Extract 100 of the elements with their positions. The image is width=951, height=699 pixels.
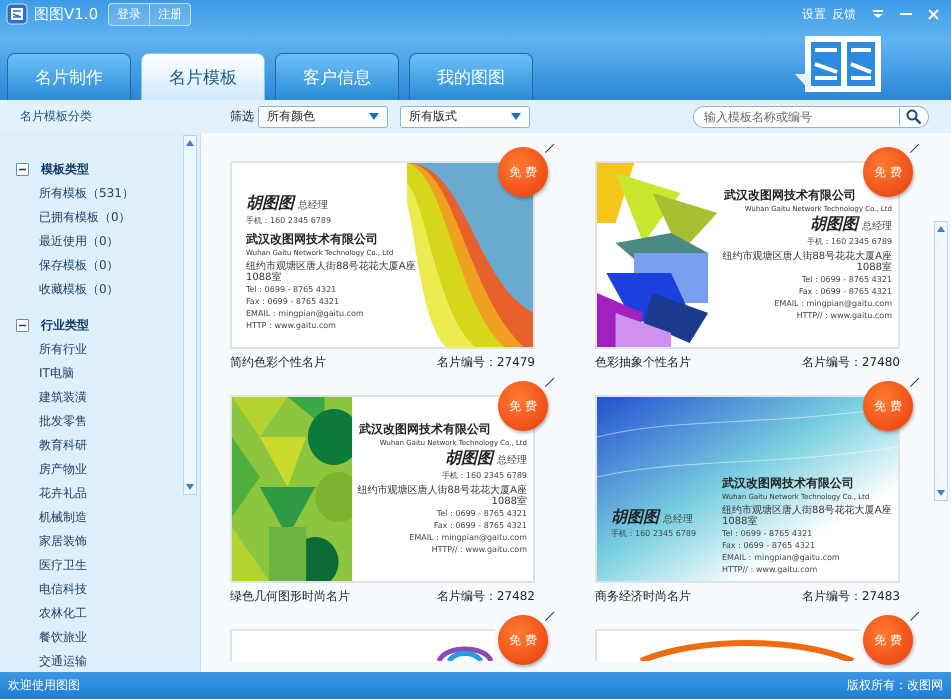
tag-string-icon (543, 143, 555, 155)
card-phone-text: 手机：160 2345 6789 (442, 470, 527, 481)
dropdown-arrow-icon (369, 113, 379, 120)
scroll-down-icon[interactable] (186, 484, 194, 490)
card-name-text: 胡图图 (445, 448, 493, 469)
card-name-text: 胡图图 (810, 214, 858, 235)
search-field[interactable]: 输入模板名称或编号 (693, 106, 929, 128)
card-fax-text: Fax：0699 - 8765 4321 (722, 540, 816, 551)
card-email-text: EMAIL：mingpian@gaitu.com (246, 308, 365, 319)
card-title-text: 总经理 (862, 220, 892, 233)
card-title-text: 总经理 (663, 512, 693, 526)
card-company-text: 武汉改图网技术有限公司 (724, 187, 856, 204)
category-item[interactable]: 电信科技 (17, 577, 183, 601)
card-phone-text: 手机：160 2345 6789 (806, 236, 892, 247)
card-tel-text: Tel：0699 - 8765 4321 (436, 508, 527, 519)
section-title: 名片模板分类 (20, 108, 93, 125)
close-icon[interactable] (928, 8, 939, 20)
card-name-text: 胡图图 (611, 507, 659, 528)
brand-logo-icon (795, 34, 883, 94)
business-card-preview[interactable] (230, 629, 495, 661)
filter-label: 筛选 (230, 108, 254, 125)
filter-dropdown[interactable]: 所有颜色 (258, 106, 388, 128)
app-logo-icon (6, 3, 28, 25)
category-item[interactable]: 机械制造 (17, 505, 183, 529)
category-item[interactable]: 教育科研 (17, 433, 183, 457)
template-code: 名片编号：27483 (802, 588, 900, 605)
app-title: 图图V1.0 (34, 4, 98, 24)
tag-string-icon (908, 377, 920, 389)
scroll-up-icon[interactable] (186, 140, 194, 146)
minimize-icon[interactable] (900, 12, 912, 16)
scrollbar[interactable] (183, 135, 197, 495)
category-item[interactable]: 建筑装潢 (17, 385, 183, 409)
menu-icon[interactable] (872, 9, 884, 19)
card-website-text: HTTP：www.gaitu.com (246, 320, 337, 331)
category-item[interactable]: 农林化工 (17, 601, 183, 625)
category-item[interactable]: 已拥有模板（0） (17, 205, 183, 229)
card-address-text: 纽约市观塘区唐人街88号花花大厦A座1088室 (722, 505, 892, 527)
template-name: 绿色几何图形时尚名片 (230, 588, 350, 605)
card-tel-text: Tel：0699 - 8765 4321 (722, 528, 814, 539)
copyright-text: 版权所有：改图网 (847, 677, 943, 694)
category-item[interactable]: 交通运输 (17, 649, 183, 673)
free-badge: 免 费 (498, 615, 548, 665)
free-badge: 免 费 (863, 615, 913, 665)
card-email-text: EMAIL：mingpian@gaitu.com (722, 552, 841, 563)
business-card-preview[interactable] (595, 629, 860, 661)
free-badge: 免 费 (498, 381, 548, 431)
card-address-text: 纽约市观塘区唐人街88号花花大厦A座1088室 (356, 485, 527, 507)
card-title-text: 总经理 (497, 454, 527, 467)
category-item[interactable]: 收藏模板（0） (17, 277, 183, 301)
card-website-text: HTTP//：www.gaitu.com (796, 310, 892, 321)
template-name: 商务经济时尚名片 (595, 588, 691, 605)
category-heading[interactable]: 模板类型 (41, 160, 89, 178)
template-code: 名片编号：27482 (436, 588, 535, 605)
card-email-text: EMAIL：mingpian@gaitu.com (409, 532, 527, 543)
card-website-text: HTTP//：www.gaitu.com (432, 544, 527, 555)
category-item[interactable]: 餐饮旅业 (17, 625, 183, 649)
card-email-text: EMAIL：mingpian@gaitu.com (774, 298, 892, 309)
card-tel-text: Tel：0699 - 8765 4321 (246, 284, 338, 295)
card-fax-text: Fax：0699 - 8765 4321 (246, 296, 340, 307)
tag-string-icon (543, 377, 555, 389)
category-item[interactable]: 保存模板（0） (17, 253, 183, 277)
free-badge: 免 费 (863, 381, 913, 431)
category-item[interactable]: 最近使用（0） (17, 229, 183, 253)
card-tel-text: Tel：0699 - 8765 4321 (802, 274, 892, 285)
card-name-text: 胡图图 (246, 193, 294, 214)
category-item[interactable]: 所有模板（531） (17, 181, 183, 205)
template-name: 色彩抽象个性名片 (595, 354, 691, 371)
filter-dropdown[interactable]: 所有版式 (400, 106, 530, 128)
tab[interactable]: 名片模板 (141, 53, 265, 100)
scroll-down-icon[interactable] (937, 490, 945, 496)
card-title-text: 总经理 (298, 198, 328, 212)
tag-string-icon (908, 611, 920, 623)
category-item[interactable]: 家居装饰 (17, 529, 183, 553)
tag-string-icon (908, 143, 920, 155)
card-website-text: HTTP//：www.gaitu.com (722, 564, 818, 575)
collapse-toggle-icon[interactable] (16, 318, 29, 332)
scroll-up-icon[interactable] (937, 226, 945, 232)
category-item[interactable]: 房产物业 (17, 457, 183, 481)
status-welcome-text: 欢迎使用图图 (8, 677, 80, 694)
category-item[interactable]: IT电脑 (17, 361, 183, 385)
category-item[interactable]: 花卉礼品 (17, 481, 183, 505)
card-phone-text: 手机：160 2345 6789 (611, 528, 696, 539)
card-company-text: 武汉改图网技术有限公司 (722, 475, 855, 492)
template-code: 名片编号：27480 (802, 354, 900, 371)
card-address-text: 纽约市观塘区唐人街88号花花大厦A座1088室 (721, 251, 892, 273)
dropdown-arrow-icon (511, 113, 521, 120)
tag-string-icon (543, 611, 555, 623)
category-item[interactable]: 医疗卫生 (17, 553, 183, 577)
category-item[interactable]: 批发零售 (17, 409, 183, 433)
free-badge: 免 费 (863, 147, 913, 197)
collapse-toggle-icon[interactable] (16, 162, 29, 176)
card-company-text: 武汉改图网技术有限公司 (359, 421, 491, 438)
category-heading[interactable]: 行业类型 (41, 316, 89, 334)
template-code: 名片编号：27479 (436, 354, 535, 371)
template-name: 简约色彩个性名片 (230, 354, 326, 371)
scrollbar[interactable] (934, 221, 948, 501)
card-company-text: 武汉改图网技术有限公司 (246, 231, 379, 248)
card-address-text: 纽约市观塘区唐人街88号花花大厦A座1088室 (246, 261, 417, 283)
card-fax-text: Fax：0699 - 8765 4321 (434, 520, 527, 531)
category-item[interactable]: 所有行业 (17, 337, 183, 361)
